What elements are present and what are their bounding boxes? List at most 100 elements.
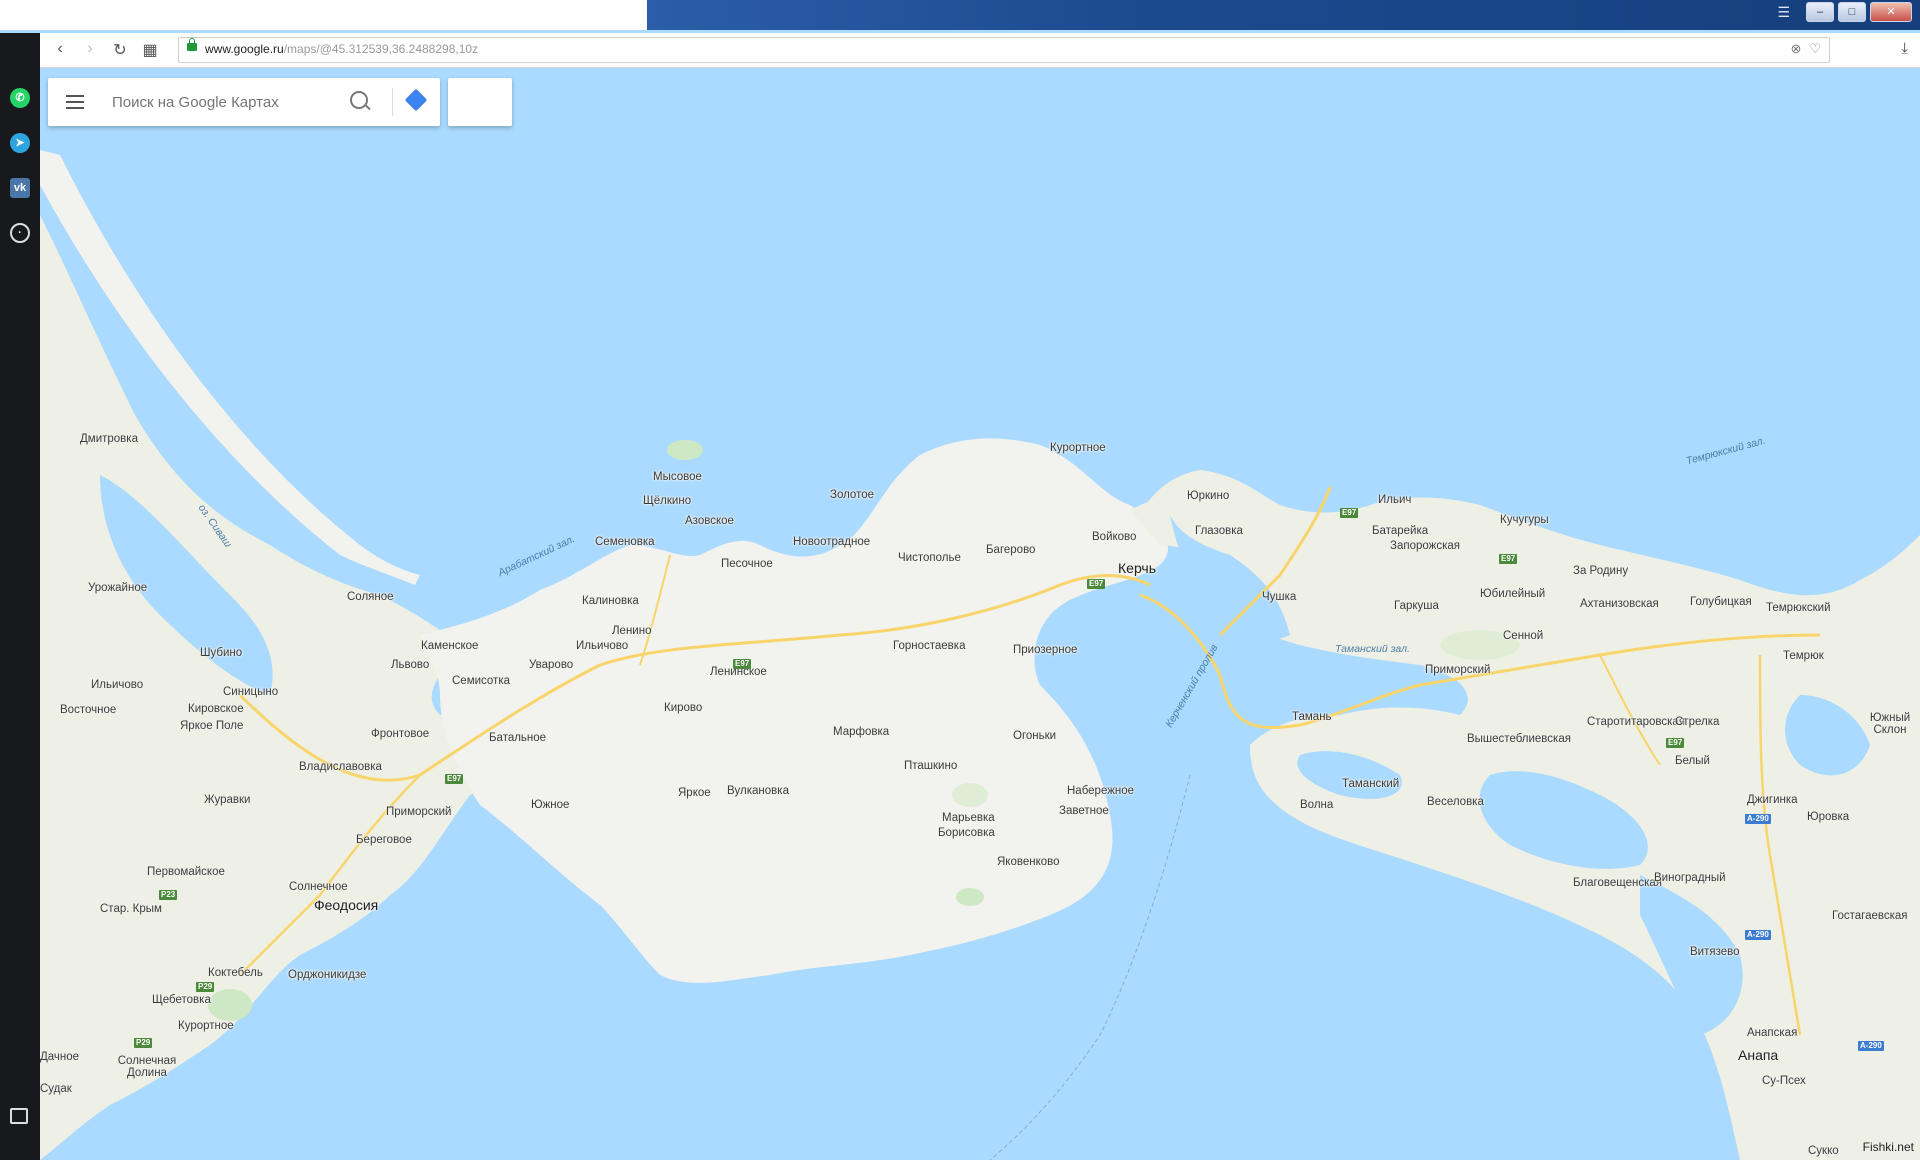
place-label[interactable]: Ахтанизовская: [1580, 598, 1659, 610]
place-label[interactable]: Марфовка: [833, 726, 889, 738]
place-label[interactable]: Солнечная Долина: [112, 1055, 182, 1079]
place-label[interactable]: Приморский: [386, 806, 451, 818]
place-label[interactable]: Тамань: [1292, 711, 1332, 723]
place-label[interactable]: Набережное: [1067, 785, 1134, 797]
heart-icon[interactable]: ♡: [1809, 41, 1821, 57]
clock-icon[interactable]: ·: [10, 223, 30, 243]
back-icon[interactable]: ‹: [50, 40, 70, 58]
place-label[interactable]: Береговое: [356, 834, 412, 846]
place-label[interactable]: Запорожская: [1390, 540, 1460, 552]
place-label[interactable]: Мысовое: [653, 471, 702, 483]
panel-icon[interactable]: [10, 1108, 28, 1124]
place-label[interactable]: Коктебель: [208, 967, 263, 979]
place-label[interactable]: Белый: [1675, 755, 1710, 767]
download-icon[interactable]: ⤓: [1901, 40, 1908, 57]
place-label[interactable]: Стар. Крым: [100, 903, 162, 915]
menu-icon[interactable]: [66, 95, 84, 109]
search-input[interactable]: [110, 93, 334, 112]
directions-icon[interactable]: [404, 88, 428, 112]
place-label[interactable]: Глазовка: [1195, 525, 1243, 537]
menu-icon[interactable]: ☰: [1777, 4, 1790, 21]
place-label[interactable]: Феодосия: [314, 897, 378, 913]
place-label[interactable]: Синицыно: [223, 686, 278, 698]
minimize-icon[interactable]: –: [1806, 2, 1834, 22]
place-label[interactable]: Темрюк: [1783, 650, 1824, 662]
vk-icon[interactable]: vk: [10, 178, 30, 198]
place-label[interactable]: Солнечное: [289, 881, 348, 893]
place-label[interactable]: Курортное: [1050, 442, 1106, 454]
place-label[interactable]: Яркое Поле: [180, 720, 243, 732]
place-label[interactable]: Сукко: [1808, 1145, 1839, 1157]
place-label[interactable]: Батальное: [489, 732, 546, 744]
place-label[interactable]: Песочное: [721, 558, 773, 570]
place-label[interactable]: Кировское: [188, 703, 244, 715]
place-label[interactable]: Су-Псех: [1762, 1075, 1806, 1087]
place-label[interactable]: Волна: [1300, 799, 1333, 811]
speed-dial-icon[interactable]: ▦: [140, 40, 160, 60]
place-label[interactable]: Багерово: [986, 544, 1035, 556]
map-canvas[interactable]: Темрюкский зал. Арабатский зал. оз. Сива…: [40, 75, 1920, 1160]
place-label[interactable]: Судак: [40, 1083, 72, 1095]
place-label[interactable]: Восточное: [60, 704, 116, 716]
place-label[interactable]: Батарейка: [1372, 525, 1428, 537]
place-label[interactable]: Гостагаевская: [1832, 910, 1908, 922]
place-label[interactable]: Горностаевка: [893, 640, 965, 652]
place-label[interactable]: Борисовка: [938, 827, 995, 839]
place-label[interactable]: Анапа: [1738, 1047, 1778, 1063]
side-panel-button[interactable]: [448, 78, 512, 126]
place-label[interactable]: Ильичово: [91, 679, 143, 691]
place-label[interactable]: Щебетовка: [152, 994, 211, 1006]
place-label[interactable]: Благовещенская: [1573, 877, 1662, 889]
url-field[interactable]: www.google.ru/maps/@45.312539,36.2488298…: [178, 37, 1830, 63]
place-label[interactable]: Заветное: [1059, 805, 1109, 817]
close-icon[interactable]: ✕: [1870, 2, 1912, 22]
place-label[interactable]: Золотое: [830, 489, 874, 501]
place-label[interactable]: Азовское: [685, 515, 734, 527]
place-label[interactable]: Таманский: [1342, 778, 1399, 790]
place-label[interactable]: Владиславовка: [299, 761, 382, 773]
block-icon[interactable]: ⊗: [1790, 41, 1801, 57]
place-label[interactable]: Вулкановка: [727, 785, 789, 797]
place-label[interactable]: Гаркуша: [1394, 600, 1439, 612]
place-label[interactable]: Джигинка: [1747, 794, 1798, 806]
place-label[interactable]: Семеновка: [595, 536, 655, 548]
place-label[interactable]: Старотитаровская: [1587, 716, 1685, 728]
place-label[interactable]: За Родину: [1573, 565, 1628, 577]
place-label[interactable]: Анапская: [1747, 1027, 1797, 1039]
search-icon[interactable]: [350, 91, 368, 109]
place-label[interactable]: Огоньки: [1013, 730, 1056, 742]
place-label[interactable]: Голубицкая: [1690, 596, 1752, 608]
place-label[interactable]: Войково: [1092, 531, 1136, 543]
telegram-icon[interactable]: ➤: [10, 133, 30, 153]
place-label[interactable]: Новоотрадное: [793, 536, 870, 548]
place-label[interactable]: Ильичово: [576, 640, 628, 652]
whatsapp-icon[interactable]: ✆: [10, 88, 30, 108]
place-label[interactable]: Вышестеблиевская: [1467, 733, 1571, 745]
place-label[interactable]: Юровка: [1807, 811, 1849, 823]
place-label[interactable]: Щёлкино: [643, 495, 691, 507]
place-label[interactable]: Калиновка: [582, 595, 639, 607]
place-label[interactable]: Веселовка: [1427, 796, 1484, 808]
place-label[interactable]: Львово: [391, 659, 429, 671]
place-label[interactable]: Витязево: [1690, 946, 1740, 958]
place-label[interactable]: Ленино: [612, 625, 651, 637]
place-label[interactable]: Дмитровка: [80, 433, 138, 445]
place-label[interactable]: Первомайское: [147, 866, 225, 878]
place-label[interactable]: Кирово: [664, 702, 702, 714]
place-label[interactable]: Фронтовое: [371, 728, 429, 740]
place-label[interactable]: Яркое: [678, 787, 711, 799]
place-label[interactable]: Юбилейный: [1480, 588, 1545, 600]
place-label[interactable]: Чушка: [1262, 591, 1296, 603]
place-label[interactable]: Темрюкский: [1766, 602, 1831, 614]
place-label[interactable]: Яковенково: [997, 856, 1060, 868]
place-label[interactable]: Керчь: [1118, 560, 1156, 576]
place-label[interactable]: Пташкино: [904, 760, 957, 772]
place-label[interactable]: Южный Склон: [1862, 712, 1918, 736]
place-label[interactable]: Орджоникидзе: [288, 969, 366, 981]
place-label[interactable]: Соляное: [347, 591, 394, 603]
place-label[interactable]: Марьевка: [942, 812, 995, 824]
place-label[interactable]: Уварово: [529, 659, 573, 671]
place-label[interactable]: Семисотка: [452, 675, 510, 687]
place-label[interactable]: Стрелка: [1675, 716, 1719, 728]
maximize-icon[interactable]: □: [1838, 2, 1866, 22]
